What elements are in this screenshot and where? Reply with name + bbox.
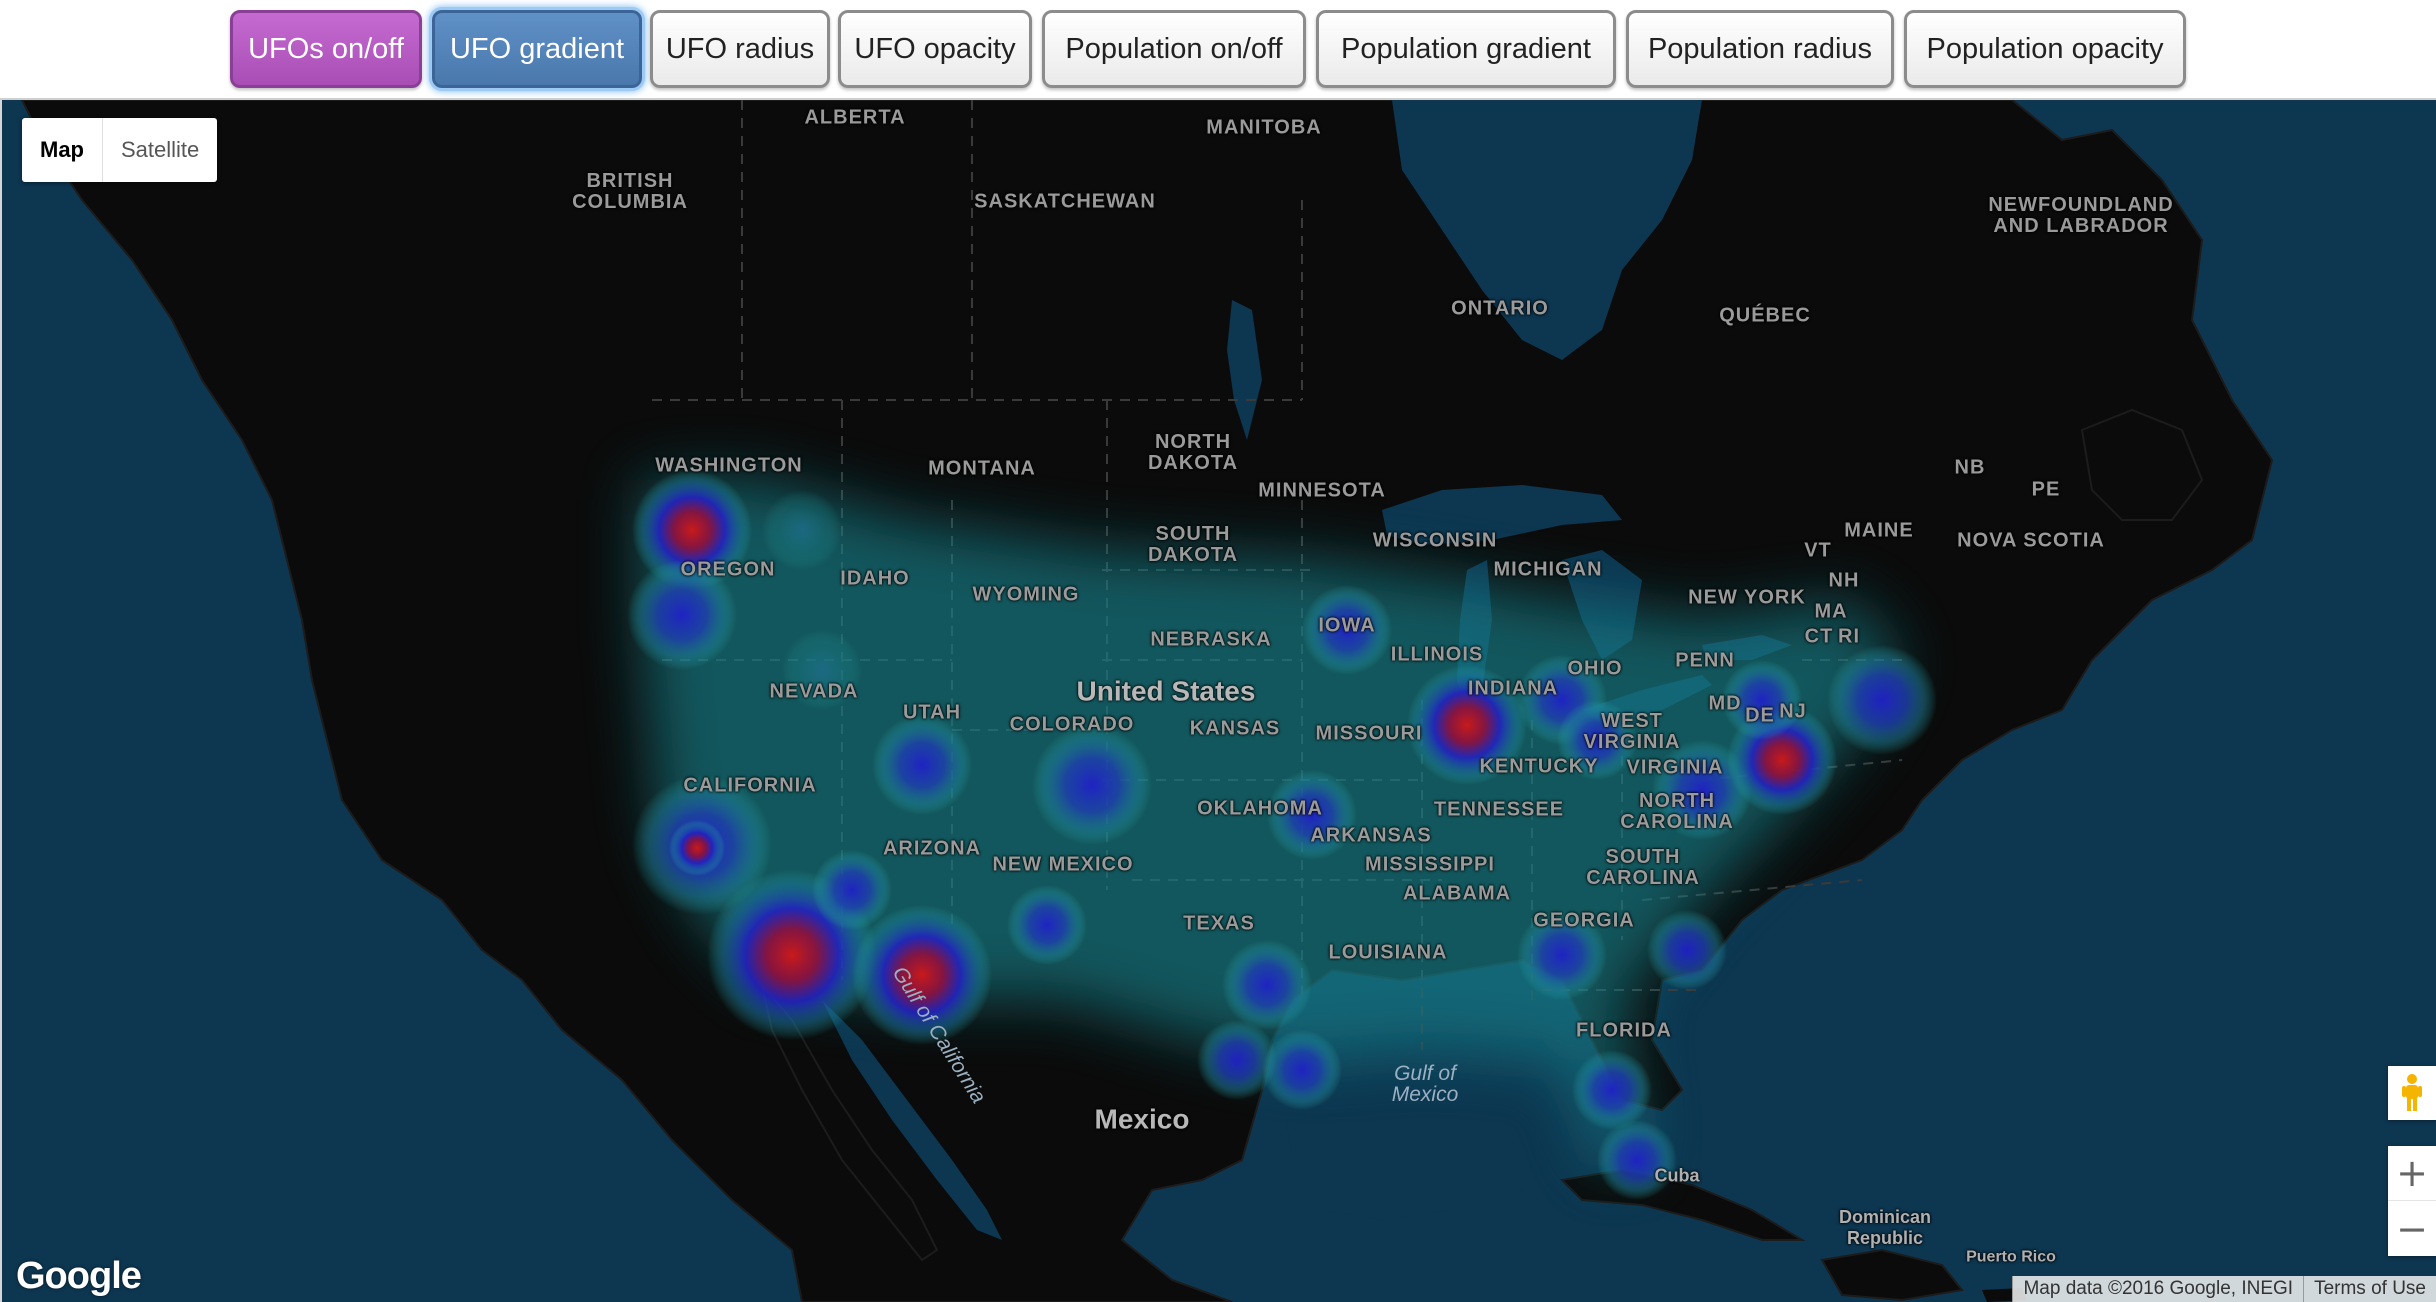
map-canvas[interactable]: ALBERTA MANITOBA BRITISH COLUMBIA SASKAT… (0, 100, 2436, 1302)
label-idaho: IDAHO (840, 567, 910, 590)
label-de: DE (1745, 704, 1775, 727)
label-michigan: MICHIGAN (1493, 558, 1603, 581)
label-indiana: INDIANA (1467, 677, 1559, 700)
label-united-states: United States (1076, 675, 1256, 707)
population-radius-button[interactable]: Population radius (1626, 10, 1894, 88)
label-california: CALIFORNIA (683, 774, 817, 797)
label-louisiana: LOUISIANA (1328, 941, 1448, 964)
label-wisconsin: WISCONSIN (1372, 529, 1498, 552)
population-toggle-button[interactable]: Population on/off (1042, 10, 1306, 88)
label-nevada: NEVADA (769, 680, 859, 703)
label-mexico: Mexico (1094, 1103, 1190, 1135)
label-oklahoma: OKLAHOMA (1197, 797, 1323, 820)
label-british-columbia: BRITISH COLUMBIA (572, 170, 688, 213)
label-alabama: ALABAMA (1402, 882, 1512, 905)
label-kansas: KANSAS (1189, 717, 1281, 740)
zoom-in-button[interactable]: + (2388, 1146, 2436, 1201)
label-wyoming: WYOMING (972, 583, 1080, 606)
label-cuba: Cuba (1654, 1165, 1700, 1186)
label-nj: NJ (1779, 700, 1807, 723)
label-gulf-of-mexico: Gulf of Mexico (1391, 1062, 1459, 1106)
heat-spot-tampa (1572, 1050, 1652, 1130)
label-manitoba: MANITOBA (1206, 116, 1322, 139)
population-gradient-button[interactable]: Population gradient (1316, 10, 1616, 88)
label-utah: UTAH (902, 701, 962, 724)
heat-spot-salt-lake (872, 715, 972, 815)
population-opacity-button[interactable]: Population opacity (1904, 10, 2186, 88)
ufo-radius-button[interactable]: UFO radius (650, 10, 830, 88)
map-type-map-button[interactable]: Map (22, 118, 103, 182)
ufo-gradient-button[interactable]: UFO gradient (432, 10, 642, 88)
street-view-pegman-icon[interactable] (2388, 1066, 2436, 1120)
google-logo: Google (16, 1255, 142, 1297)
label-maine: MAINE (1844, 519, 1914, 542)
label-puerto-rico: Puerto Rico (1966, 1248, 2056, 1266)
heat-spot-albuquerque (1007, 885, 1087, 965)
label-north-carolina: NORTH CAROLINA (1620, 790, 1734, 833)
map-data-attribution: Map data ©2016 Google, INEGI (2012, 1276, 2304, 1302)
label-new-mexico: NEW MEXICO (992, 853, 1134, 876)
layer-toolbar: UFOs on/off UFO gradient UFO radius UFO … (0, 0, 2436, 100)
label-pe: PE (2031, 478, 2061, 501)
map-type-control: Map Satellite (22, 118, 218, 182)
heat-spot-miami (1597, 1120, 1677, 1200)
heat-spot-las-vegas (812, 850, 892, 930)
label-quebec: QUÉBEC (1719, 304, 1811, 327)
label-mississippi: MISSISSIPPI (1365, 853, 1495, 876)
label-colorado: COLORADO (1009, 713, 1135, 736)
label-new-york: NEW YORK (1688, 586, 1806, 609)
zoom-control: + − (2388, 1146, 2436, 1256)
label-georgia: GEORGIA (1533, 909, 1635, 932)
label-dominican-republic: Dominican Republic (1838, 1207, 1932, 1248)
label-south-dakota: SOUTH DAKOTA (1147, 523, 1239, 566)
label-ma: MA (1814, 600, 1848, 623)
label-oregon: OREGON (680, 558, 776, 581)
label-minnesota: MINNESOTA (1258, 479, 1386, 502)
label-south-carolina: SOUTH CAROLINA (1586, 846, 1700, 889)
label-montana: MONTANA (928, 457, 1036, 480)
map-type-satellite-button[interactable]: Satellite (103, 118, 217, 182)
label-arizona: ARIZONA (882, 837, 982, 860)
heat-spot-houston (1262, 1030, 1342, 1110)
label-illinois: ILLINOIS (1390, 643, 1484, 666)
label-nova-scotia: NOVA SCOTIA (1957, 529, 2105, 552)
label-missouri: MISSOURI (1315, 722, 1423, 745)
label-nebraska: NEBRASKA (1150, 628, 1272, 651)
heat-spot-charlotte (1647, 910, 1727, 990)
label-nh: NH (1828, 569, 1860, 592)
label-virginia: VIRGINIA (1626, 756, 1724, 779)
label-ct: CT (1804, 625, 1834, 648)
label-nb: NB (1954, 456, 1986, 479)
label-iowa: IOWA (1318, 614, 1376, 637)
ufos-toggle-button[interactable]: UFOs on/off (230, 10, 422, 88)
heat-spot-boston (1827, 645, 1937, 755)
zoom-out-button[interactable]: − (2388, 1202, 2436, 1256)
label-saskatchewan: SASKATCHEWAN (974, 190, 1156, 213)
label-florida: FLORIDA (1576, 1019, 1672, 1042)
ufo-opacity-button[interactable]: UFO opacity (838, 10, 1032, 88)
label-newfoundland: NEWFOUNDLAND AND LABRADOR (1988, 194, 2174, 237)
label-texas: TEXAS (1183, 912, 1255, 935)
heat-spot-bay-core (669, 820, 725, 876)
label-tennessee: TENNESSEE (1433, 798, 1565, 821)
label-vt: VT (1804, 539, 1832, 562)
label-ontario: ONTARIO (1451, 297, 1549, 320)
label-alberta: ALBERTA (804, 106, 906, 129)
heat-spot-dallas (1222, 940, 1312, 1030)
label-penn: PENN (1675, 649, 1735, 672)
label-west-virginia: WEST VIRGINIA (1583, 710, 1681, 753)
label-ohio: OHIO (1567, 657, 1623, 680)
label-washington: WASHINGTON (655, 454, 803, 477)
label-arkansas: ARKANSAS (1310, 824, 1432, 847)
label-north-dakota: NORTH DAKOTA (1147, 431, 1239, 474)
terms-of-use-link[interactable]: Terms of Use (2303, 1276, 2436, 1302)
label-kentucky: KENTUCKY (1479, 755, 1599, 778)
heat-spot-denver (1032, 725, 1152, 845)
map-attribution: Map data ©2016 Google, INEGI Terms of Us… (2012, 1276, 2436, 1302)
label-md: MD (1708, 692, 1742, 715)
label-ri: RI (1838, 625, 1860, 648)
